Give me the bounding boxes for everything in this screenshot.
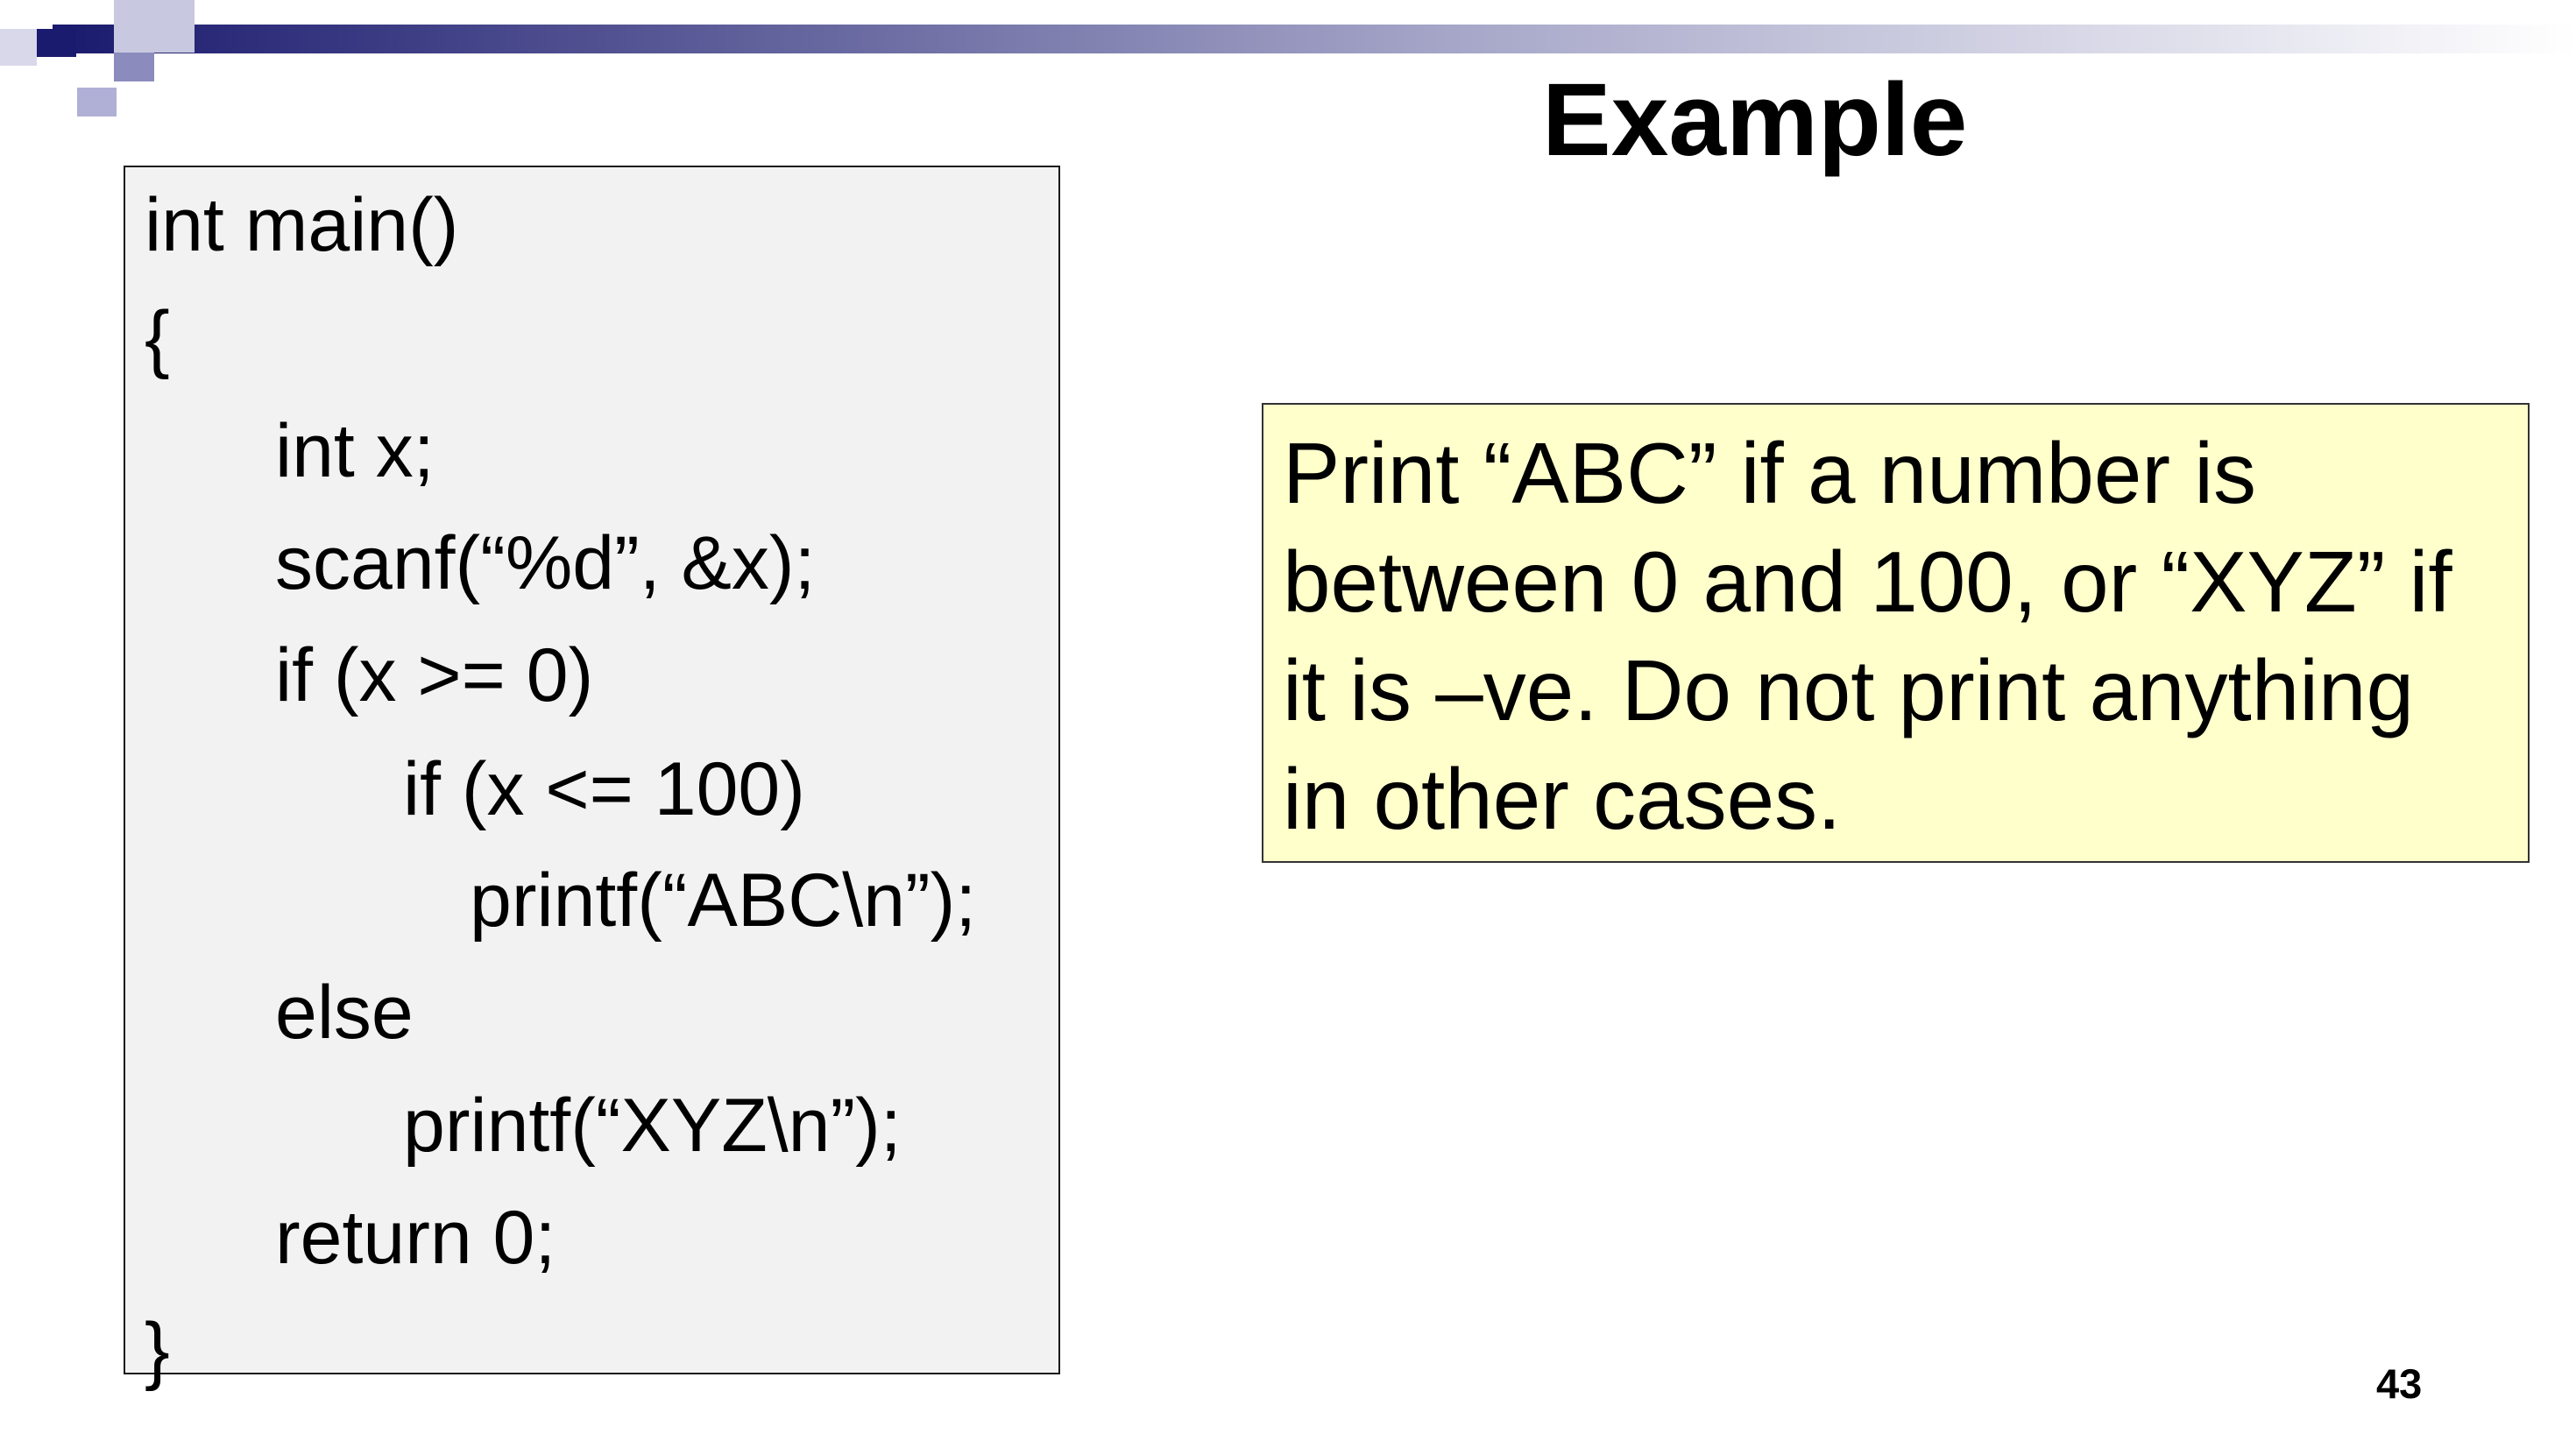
code-line: else bbox=[275, 971, 414, 1055]
code-line: int x; bbox=[275, 409, 435, 493]
deco-square-dark bbox=[37, 29, 76, 57]
note-line: it is –ve. Do not print anything bbox=[1283, 642, 2415, 738]
slide-title: Example bbox=[1542, 62, 1968, 178]
deco-square-mid2 bbox=[114, 53, 154, 81]
code-line: if (x <= 100) bbox=[403, 747, 805, 831]
note-line: Print “ABC” if a number is bbox=[1283, 425, 2256, 521]
code-line: scanf(“%d”, &x); bbox=[275, 521, 816, 605]
code-line: if (x >= 0) bbox=[275, 633, 594, 717]
code-line: printf(“ABC\n”); bbox=[470, 858, 977, 943]
code-line: { bbox=[145, 296, 170, 380]
page-number: 43 bbox=[2376, 1360, 2423, 1407]
header-gradient-bar bbox=[53, 25, 2576, 53]
code-line: int main() bbox=[145, 183, 459, 267]
code-line: return 0; bbox=[275, 1196, 556, 1280]
deco-square-mid bbox=[114, 0, 195, 53]
deco-square-light bbox=[0, 29, 37, 66]
code-block: int main() { int x; scanf(“%d”, &x); if … bbox=[124, 166, 1060, 1392]
note-line: in other cases. bbox=[1283, 751, 1842, 847]
code-line: printf(“XYZ\n”); bbox=[403, 1084, 902, 1168]
note-line: between 0 and 100, or “XYZ” if bbox=[1283, 533, 2452, 630]
task-description-box: Print “ABC” if a number is between 0 and… bbox=[1262, 403, 2530, 863]
code-line: } bbox=[145, 1308, 170, 1392]
deco-square-light2 bbox=[77, 88, 117, 117]
